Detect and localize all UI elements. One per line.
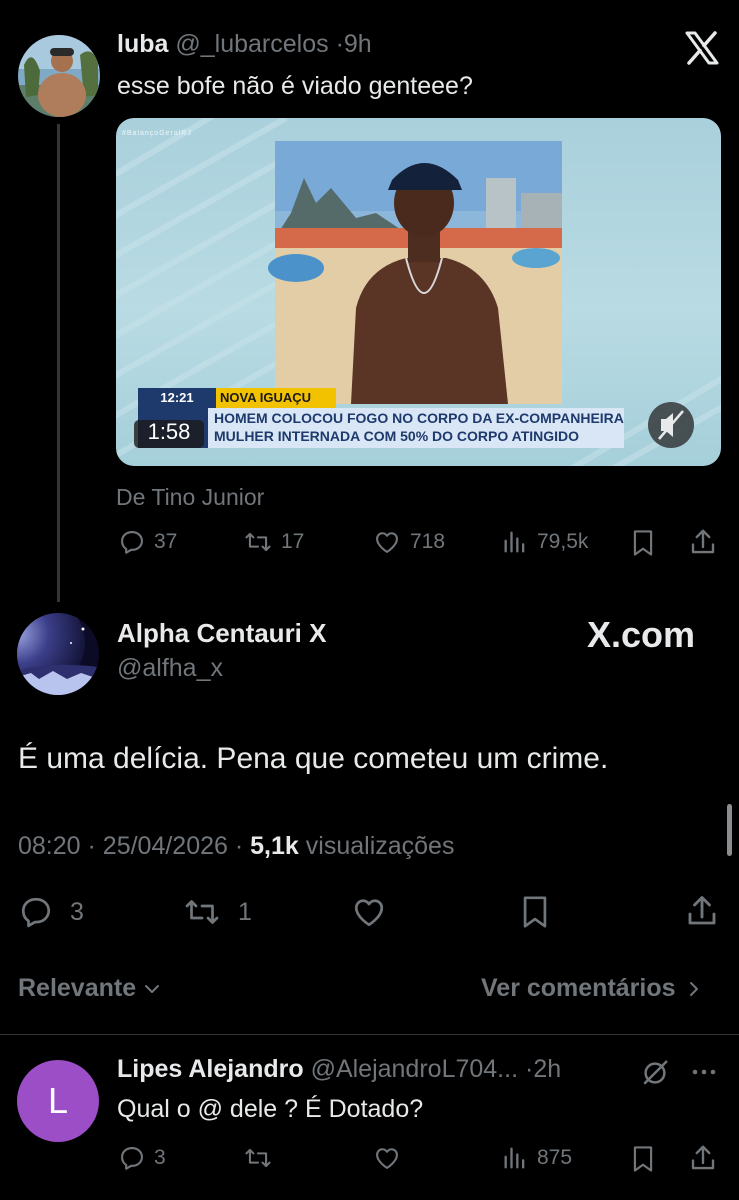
post-time[interactable]: 08:20	[18, 832, 81, 860]
reply-timestamp[interactable]: 2h	[533, 1055, 561, 1083]
headline-line-1: HOMEM COLOCOU FOGO NO CORPO DA EX-COMPAN…	[214, 410, 624, 426]
video-duration: 1:58	[147, 419, 191, 444]
quoted-like-button[interactable]: 718	[372, 528, 445, 556]
share-icon	[691, 1145, 715, 1170]
quoted-repost-count: 17	[281, 530, 305, 553]
repost-icon	[245, 1148, 271, 1168]
quoted-share-button[interactable]	[688, 527, 726, 557]
scrollbar-thumb[interactable]	[727, 804, 732, 856]
quoted-views-count: 79,5k	[537, 530, 589, 553]
broadcast-location: NOVA IGUAÇU	[220, 390, 311, 405]
quoted-video[interactable]: #BalançoGeralRJ 12:21 NOVA IGUAÇU HOMEM …	[116, 118, 721, 466]
heart-icon	[354, 899, 384, 927]
main-repost-count: 1	[238, 897, 252, 926]
quoted-views-button[interactable]: 79,5k	[501, 528, 588, 556]
reply-icon	[121, 531, 143, 554]
views-count: 5,1k	[250, 832, 299, 860]
reply-like-button[interactable]	[372, 1144, 410, 1172]
quoted-avatar[interactable]	[18, 35, 100, 117]
main-reply-button[interactable]: 3	[18, 894, 84, 930]
reply-avatar[interactable]: L	[17, 1060, 99, 1142]
thread-line	[57, 124, 60, 602]
reply-handle[interactable]: @AlejandroL704...	[311, 1055, 518, 1083]
reply-icon	[121, 1147, 143, 1170]
chevron-right-icon	[689, 981, 698, 996]
post-date[interactable]: 25/04/2026	[103, 832, 228, 860]
bookmark-icon	[633, 530, 653, 556]
section-divider	[0, 1034, 739, 1035]
quoted-display-name[interactable]: luba	[117, 30, 168, 58]
quoted-header: luba @_lubarcelos ·9h	[117, 30, 372, 59]
views-chart-icon	[504, 1147, 525, 1169]
x-logo-icon	[684, 30, 720, 66]
main-display-name[interactable]: Alpha Centauri X	[117, 618, 326, 649]
main-reply-count: 3	[70, 897, 84, 926]
headline-line-2: MULHER INTERNADA COM 50% DO CORPO ATINGI…	[214, 428, 580, 444]
views-chart-icon	[504, 531, 525, 553]
main-share-button[interactable]	[684, 893, 728, 929]
heart-icon	[376, 1148, 398, 1169]
broadcast-clock: 12:21	[160, 390, 194, 405]
channel-watermark: #BalançoGeralRJ	[122, 130, 192, 137]
chevron-down-icon	[145, 984, 160, 993]
reply-text: Qual o @ dele ? É Dotado?	[117, 1095, 424, 1123]
main-tweet-meta: 08:20 · 25/04/2026 · 5,1k visualizações	[18, 832, 454, 861]
more-options-button[interactable]	[690, 1060, 718, 1084]
quoted-timestamp[interactable]: 9h	[344, 30, 372, 58]
share-icon	[691, 529, 715, 554]
see-comments-link[interactable]: Ver comentários	[481, 974, 706, 1003]
quoted-tweet-text: esse bofe não é viado genteee?	[117, 72, 473, 100]
video-source[interactable]: De Tino Junior	[116, 484, 264, 511]
sort-label: Relevante	[18, 974, 137, 1002]
mute-toggle-button[interactable]	[648, 402, 694, 448]
bookmark-icon	[523, 896, 547, 928]
reply-views-count: 875	[537, 1146, 573, 1169]
reply-reply-count: 3	[154, 1146, 166, 1169]
separator-dot: ·	[87, 832, 96, 860]
reply-reply-button[interactable]: 3	[118, 1144, 166, 1172]
main-bookmark-button[interactable]	[518, 893, 560, 931]
sort-dropdown[interactable]: Relevante	[18, 974, 164, 1003]
main-avatar[interactable]	[17, 613, 99, 695]
main-tweet-text: É uma delícia. Pena que cometeu um crime…	[18, 742, 609, 775]
x-brand-watermark: X.com	[587, 614, 696, 655]
heart-icon	[376, 532, 398, 553]
repost-icon	[185, 900, 219, 924]
avatar-letter: L	[47, 1080, 69, 1121]
main-handle[interactable]: @alfha_x	[117, 654, 223, 683]
more-horizontal-icon	[692, 1069, 716, 1075]
main-repost-button[interactable]: 1	[182, 894, 252, 930]
see-comments-label: Ver comentários	[481, 974, 676, 1002]
reply-bookmark-button[interactable]	[629, 1144, 665, 1174]
quoted-reply-button[interactable]: 37	[118, 528, 177, 556]
grok-icon	[643, 1060, 668, 1085]
quoted-repost-button[interactable]: 17	[243, 528, 304, 556]
reply-views-button[interactable]: 875	[501, 1144, 572, 1172]
grok-button[interactable]	[640, 1058, 670, 1088]
reply-icon	[21, 897, 51, 928]
quoted-bookmark-button[interactable]	[629, 528, 665, 558]
separator-dot: ·	[234, 832, 244, 860]
repost-icon	[245, 532, 271, 552]
reply-header: Lipes Alejandro @AlejandroL704... ·2h	[117, 1055, 561, 1084]
separator-dot: ·	[335, 30, 344, 58]
main-like-button[interactable]	[350, 894, 396, 930]
reply-repost-button[interactable]	[243, 1144, 281, 1172]
bookmark-icon	[633, 1146, 653, 1172]
reply-display-name[interactable]: Lipes Alejandro	[117, 1055, 304, 1083]
quoted-like-count: 718	[410, 530, 446, 553]
quoted-handle[interactable]: @_lubarcelos	[175, 30, 328, 58]
views-label: visualizações	[305, 832, 455, 860]
share-icon	[688, 896, 716, 925]
quoted-reply-count: 37	[154, 530, 178, 553]
reply-share-button[interactable]	[688, 1143, 726, 1173]
